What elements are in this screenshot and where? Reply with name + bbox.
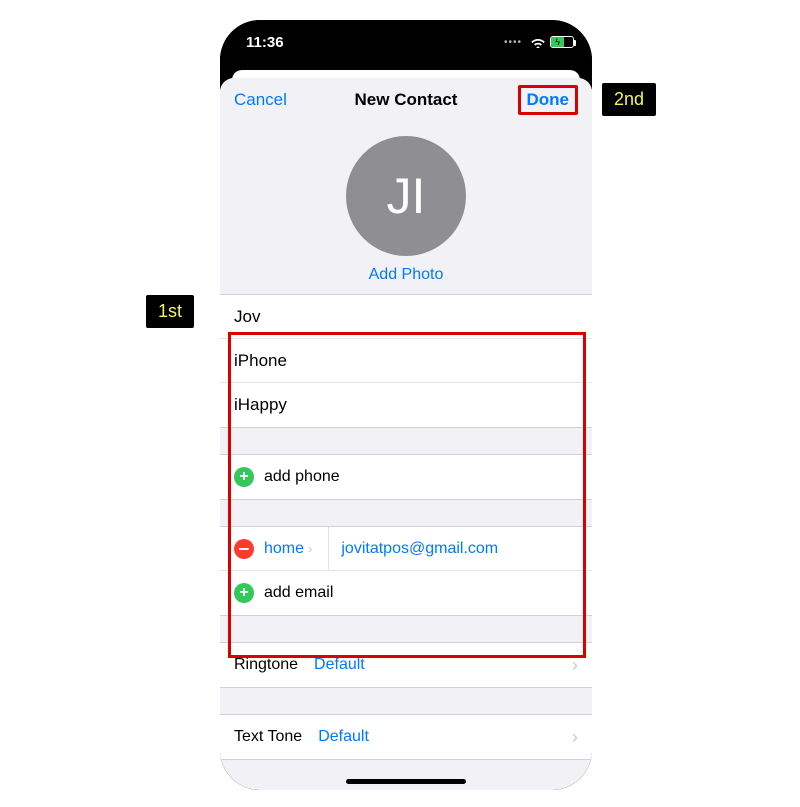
company-row[interactable]: [220, 383, 592, 427]
divider: [328, 527, 329, 570]
nav-bar: Cancel New Contact Done: [220, 78, 592, 122]
avatar-initials: JI: [387, 167, 426, 225]
add-phone-row[interactable]: add phone: [220, 455, 592, 499]
avatar-placeholder[interactable]: JI: [346, 136, 466, 256]
email-entry-row[interactable]: home › jovitatpos@gmail.com: [220, 527, 592, 571]
wifi-icon: [530, 36, 546, 48]
add-email-label: add email: [264, 584, 333, 602]
ringtone-label: Ringtone: [234, 656, 298, 674]
group-spacer: [220, 428, 592, 454]
modal-backdrop: Cancel New Contact Done JI Add Photo: [220, 64, 592, 790]
email-type-label: home: [264, 540, 304, 558]
texttone-value: Default: [318, 728, 369, 746]
chevron-right-icon: ›: [572, 727, 578, 748]
add-icon: [234, 467, 254, 487]
add-phone-label: add phone: [264, 468, 340, 486]
form-scroll[interactable]: JI Add Photo: [220, 122, 592, 790]
chevron-right-icon: ›: [308, 541, 312, 556]
add-photo-button[interactable]: Add Photo: [369, 266, 444, 284]
texttone-label: Text Tone: [234, 728, 302, 746]
group-spacer: [220, 616, 592, 642]
last-name-input[interactable]: [234, 351, 578, 371]
status-time: 11:36: [246, 34, 284, 51]
email-value[interactable]: jovitatpos@gmail.com: [341, 540, 498, 558]
ringtone-group: Ringtone Default ›: [220, 642, 592, 688]
charging-bolt-icon: ϟ: [555, 38, 560, 47]
phone-group: add phone: [220, 454, 592, 500]
add-icon: [234, 583, 254, 603]
company-input[interactable]: [234, 395, 578, 415]
first-name-input[interactable]: [234, 307, 578, 327]
callout-2nd: 2nd: [602, 83, 656, 116]
group-spacer: [220, 500, 592, 526]
texttone-group: Text Tone Default ›: [220, 714, 592, 760]
remove-icon[interactable]: [234, 539, 254, 559]
status-bar: 11:36 •••• ϟ: [220, 20, 592, 64]
avatar-section: JI Add Photo: [220, 122, 592, 294]
new-contact-sheet: Cancel New Contact Done JI Add Photo: [220, 78, 592, 790]
email-type-picker[interactable]: home ›: [264, 540, 312, 558]
status-right: •••• ϟ: [504, 36, 574, 48]
ringtone-row[interactable]: Ringtone Default ›: [220, 643, 592, 687]
chevron-right-icon: ›: [572, 655, 578, 676]
home-indicator: [346, 779, 466, 784]
battery-icon: ϟ: [550, 36, 574, 48]
cancel-button[interactable]: Cancel: [234, 90, 287, 110]
callout-1st: 1st: [146, 295, 194, 328]
done-button[interactable]: Done: [518, 85, 579, 115]
ringtone-value: Default: [314, 656, 365, 674]
first-name-row[interactable]: [220, 295, 592, 339]
phone-frame: 11:36 •••• ϟ Cancel New Contact Done JI: [220, 20, 592, 790]
add-email-row[interactable]: add email: [220, 571, 592, 615]
group-spacer: [220, 688, 592, 714]
recording-indicator-icon: ••••: [504, 37, 522, 48]
last-name-row[interactable]: [220, 339, 592, 383]
name-group: [220, 294, 592, 428]
email-group: home › jovitatpos@gmail.com add email: [220, 526, 592, 616]
texttone-row[interactable]: Text Tone Default ›: [220, 715, 592, 759]
